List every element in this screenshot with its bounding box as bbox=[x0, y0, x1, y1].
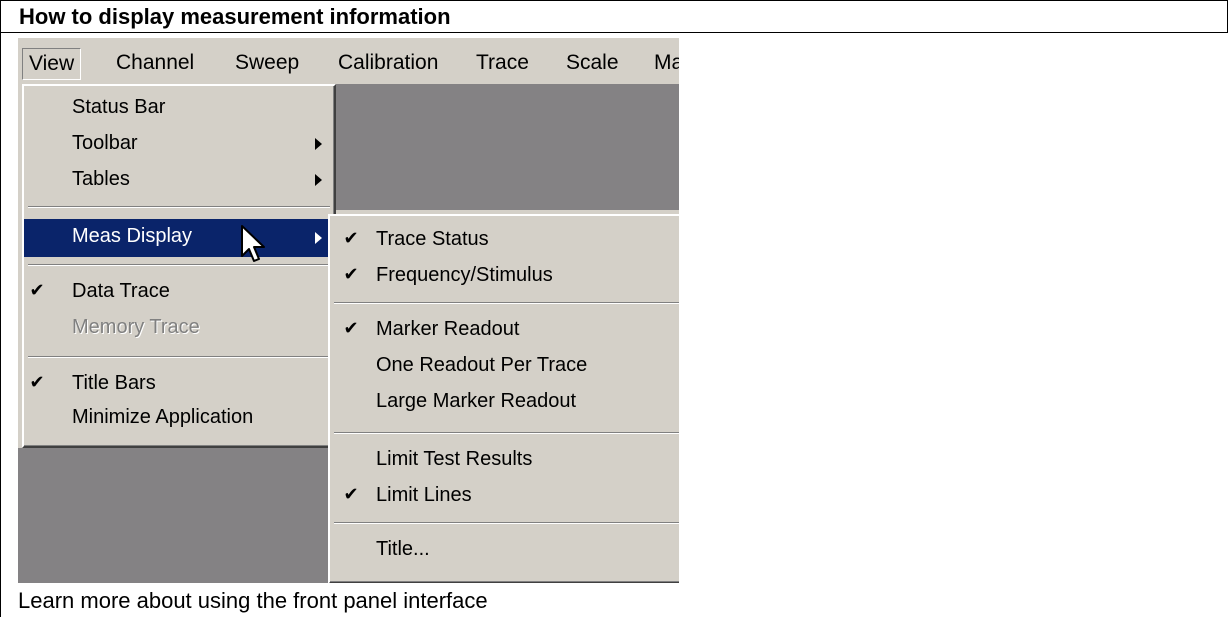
menu-item-frequency-stimulus[interactable]: ✔ Frequency/Stimulus bbox=[330, 260, 679, 294]
table-border bbox=[0, 33, 1, 617]
check-icon: ✔ bbox=[29, 280, 45, 300]
menu-item-limit-lines[interactable]: ✔ Limit Lines bbox=[330, 480, 679, 514]
menu-sweep[interactable]: Sweep bbox=[235, 48, 299, 78]
app-workspace bbox=[336, 84, 679, 210]
menu-scale[interactable]: Scale bbox=[566, 48, 619, 78]
submenu-arrow-icon bbox=[315, 138, 322, 150]
check-icon: ✔ bbox=[343, 228, 359, 248]
menu-item-status-bar[interactable]: Status Bar bbox=[24, 92, 334, 126]
menu-separator bbox=[28, 206, 330, 208]
arrow-cursor-icon bbox=[241, 225, 265, 262]
meas-display-submenu: ✔ Trace Status ✔ Frequency/Stimulus ✔ Ma… bbox=[328, 214, 679, 583]
section-title: How to display measurement information bbox=[19, 4, 451, 29]
submenu-arrow-icon bbox=[315, 174, 322, 186]
app-workspace-lower bbox=[18, 448, 336, 583]
menu-item-toolbar[interactable]: Toolbar bbox=[24, 128, 334, 162]
menu-item-large-marker-readout[interactable]: Large Marker Readout bbox=[330, 386, 679, 420]
check-icon: ✔ bbox=[29, 372, 45, 392]
menu-separator bbox=[334, 522, 679, 524]
menu-separator bbox=[334, 432, 679, 434]
check-icon: ✔ bbox=[343, 264, 359, 284]
menu-marker-truncated[interactable]: Ma bbox=[654, 48, 679, 78]
menu-item-trace-status[interactable]: ✔ Trace Status bbox=[330, 224, 679, 258]
menu-item-memory-trace[interactable]: Memory Trace bbox=[24, 312, 334, 346]
menu-item-title-bars[interactable]: ✔ Title Bars bbox=[24, 368, 334, 402]
view-menu: Status Bar Toolbar Tables Meas Display ✔… bbox=[22, 84, 336, 448]
menu-separator bbox=[28, 356, 330, 358]
menu-calibration[interactable]: Calibration bbox=[338, 48, 438, 78]
menu-trace[interactable]: Trace bbox=[476, 48, 529, 78]
menu-view[interactable]: View bbox=[22, 48, 82, 80]
submenu-arrow-icon bbox=[315, 232, 322, 244]
menu-item-marker-readout[interactable]: ✔ Marker Readout bbox=[330, 314, 679, 348]
check-icon: ✔ bbox=[343, 318, 359, 338]
learn-more-link[interactable]: Learn more about using the front panel i… bbox=[18, 588, 488, 614]
menu-separator bbox=[334, 302, 679, 304]
menu-channel[interactable]: Channel bbox=[116, 48, 194, 78]
menu-item-limit-test-results[interactable]: Limit Test Results bbox=[330, 444, 679, 478]
menu-item-tables[interactable]: Tables bbox=[24, 164, 334, 198]
menu-bar: View Channel Sweep Calibration Trace Sca… bbox=[18, 38, 679, 84]
menu-item-data-trace[interactable]: ✔ Data Trace bbox=[24, 276, 334, 310]
screenshot-area: View Channel Sweep Calibration Trace Sca… bbox=[18, 38, 679, 583]
menu-item-title[interactable]: Title... bbox=[330, 534, 679, 568]
menu-item-minimize-application[interactable]: Minimize Application bbox=[24, 402, 334, 436]
menu-separator bbox=[28, 264, 330, 266]
check-icon: ✔ bbox=[343, 484, 359, 504]
section-header: How to display measurement information bbox=[0, 0, 1228, 33]
menu-item-one-readout-per-trace[interactable]: One Readout Per Trace bbox=[330, 350, 679, 384]
menu-item-meas-display[interactable]: Meas Display bbox=[24, 219, 334, 257]
